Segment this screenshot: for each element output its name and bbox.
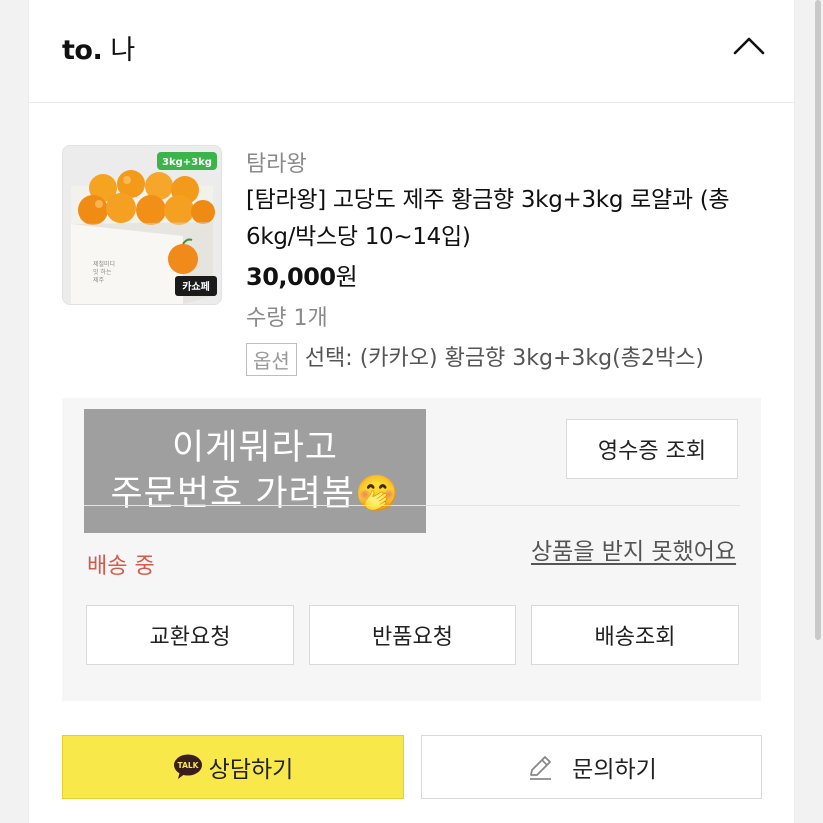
mask-line-1: 이게뭐라고 bbox=[171, 428, 338, 468]
option-text: 선택: (카카오) 황금향 3kg+3kg(총2박스) bbox=[304, 346, 705, 371]
chevron-up-icon[interactable] bbox=[732, 32, 766, 58]
kakao-talk-icon: TALK bbox=[173, 754, 202, 779]
delivery-status: 배송 중 bbox=[87, 554, 155, 579]
order-card-header[interactable]: to. 나 bbox=[29, 0, 794, 103]
svg-text:TALK: TALK bbox=[177, 761, 199, 770]
return-request-button[interactable]: 반품요청 bbox=[309, 605, 516, 665]
recipient-prefix: to. bbox=[62, 35, 103, 66]
recipient-label: to. 나 bbox=[62, 28, 135, 67]
svg-text:잇 하는: 잇 하는 bbox=[93, 268, 112, 276]
product-price: 30,000원 bbox=[246, 257, 358, 292]
scrollbar[interactable] bbox=[815, 0, 821, 640]
not-received-link[interactable]: 상품을 받지 못했어요 bbox=[531, 532, 736, 566]
product-option: 옵션 선택: (카카오) 황금향 3kg+3kg(총2박스) bbox=[246, 340, 704, 376]
order-number-mask: 이게뭐라고 주문번호 가려봄🤭 bbox=[84, 409, 426, 533]
consult-label: 상담하기 bbox=[208, 757, 294, 783]
recipient-name: 나 bbox=[110, 35, 135, 66]
option-tag: 옵션 bbox=[246, 342, 297, 376]
order-status-panel: 이게뭐라고 주문번호 가려봄🤭 영수증 조회 상품을 받지 못했어요 배송 중 … bbox=[62, 398, 761, 701]
image-badge-text: 3kg+3kg bbox=[162, 157, 212, 168]
product-title[interactable]: [탐라왕] 고당도 제주 황금향 3kg+3kg 로얄과 (총6kg/박스당 1… bbox=[246, 182, 766, 256]
inquiry-label: 문의하기 bbox=[572, 757, 657, 783]
product-quantity: 수량 1개 bbox=[246, 306, 328, 331]
panel-divider bbox=[84, 505, 740, 506]
pencil-icon bbox=[530, 756, 552, 780]
svg-text:제주: 제주 bbox=[93, 276, 105, 284]
order-card: to. 나 제철미디 잇 하는 제주 3kg+3kg 카쇼페 탐라왕 [탐라왕]… bbox=[28, 0, 795, 823]
price-unit: 원 bbox=[335, 263, 358, 291]
product-image[interactable]: 제철미디 잇 하는 제주 3kg+3kg 카쇼페 bbox=[62, 145, 222, 305]
svg-text:제철미디: 제철미디 bbox=[93, 260, 115, 268]
track-delivery-button[interactable]: 배송조회 bbox=[531, 605, 739, 665]
receipt-button[interactable]: 영수증 조회 bbox=[566, 419, 738, 479]
mask-line-2: 주문번호 가려봄🤭 bbox=[110, 474, 400, 514]
product-image-graphic: 제철미디 잇 하는 제주 3kg+3kg 카쇼페 bbox=[63, 146, 221, 304]
seller-name: 탐라왕 bbox=[246, 152, 307, 177]
consult-button[interactable]: TALK 상담하기 bbox=[62, 735, 404, 799]
image-tag-text: 카쇼페 bbox=[182, 280, 210, 293]
inquiry-button[interactable]: 문의하기 bbox=[421, 735, 762, 799]
exchange-request-button[interactable]: 교환요청 bbox=[86, 605, 294, 665]
price-value: 30,000 bbox=[246, 263, 336, 291]
